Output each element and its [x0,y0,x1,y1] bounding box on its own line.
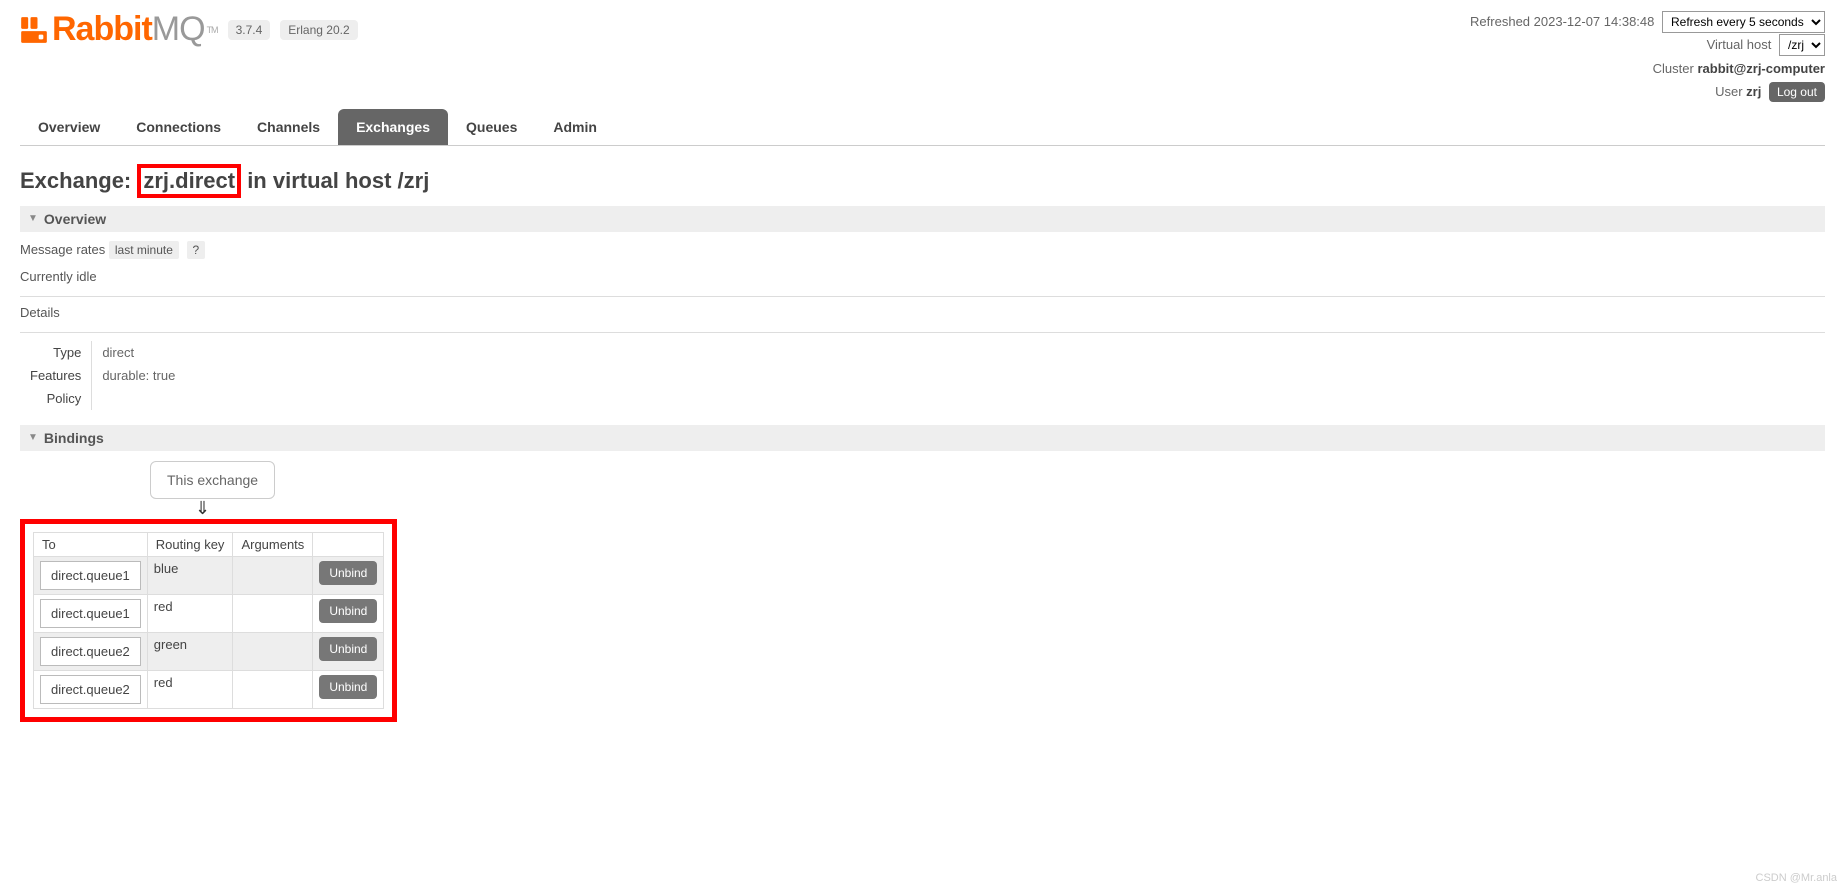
msg-rates-period[interactable]: last minute [109,241,179,259]
type-value: direct [92,341,186,364]
queue-link[interactable]: direct.queue1 [40,599,141,628]
this-exchange-box: This exchange [150,461,275,499]
arguments [233,556,313,594]
routing-key: red [147,670,233,708]
refreshed-label: Refreshed [1470,14,1530,29]
type-label: Type [20,341,92,364]
msg-rates-label: Message rates [20,242,105,257]
header-right: Refreshed 2023-12-07 14:38:48 Refresh ev… [1470,10,1825,104]
rabbitmq-icon [20,16,48,44]
overview-section-header[interactable]: ▼ Overview [20,206,1825,232]
vhost-label: Virtual host [1707,37,1772,52]
unbind-button[interactable]: Unbind [319,599,377,623]
logo-tm: TM [207,25,218,35]
refresh-select[interactable]: Refresh every 5 seconds [1662,11,1825,33]
logo-mq: MQ [152,10,205,49]
table-row: direct.queue2 green Unbind [34,632,384,670]
arguments [233,670,313,708]
logo[interactable]: RabbitMQTM [20,10,218,49]
cluster-label: Cluster [1653,61,1694,76]
tab-connections[interactable]: Connections [118,109,239,145]
features-value: durable: true [92,364,186,387]
arguments [233,594,313,632]
logo-rabbit: Rabbit [52,10,152,49]
tab-overview[interactable]: Overview [20,109,118,145]
tab-exchanges[interactable]: Exchanges [338,109,448,145]
help-icon[interactable]: ? [187,241,206,259]
tabs: Overview Connections Channels Exchanges … [20,109,1825,146]
arrow-down-icon: ⇓ [195,499,1825,517]
bindings-section-header[interactable]: ▼ Bindings [20,425,1825,451]
col-args: Arguments [233,532,313,556]
policy-value [92,387,186,410]
chevron-down-icon: ▼ [28,432,38,443]
chevron-down-icon: ▼ [28,213,38,224]
bindings-table-highlight: To Routing key Arguments direct.queue1 b… [20,519,397,722]
unbind-button[interactable]: Unbind [319,561,377,585]
exchange-name-highlight: zrj.direct [137,164,241,198]
routing-key: green [147,632,233,670]
routing-key: blue [147,556,233,594]
user-value: zrj [1746,84,1761,99]
user-label: User [1715,84,1742,99]
routing-key: red [147,594,233,632]
details-label: Details [20,305,1825,320]
col-routing: Routing key [147,532,233,556]
watermark: CSDN @Mr.anla [1756,872,1837,884]
bindings-table: To Routing key Arguments direct.queue1 b… [33,532,384,709]
col-to: To [34,532,148,556]
unbind-button[interactable]: Unbind [319,637,377,661]
version-badge: 3.7.4 [228,20,271,40]
cluster-value: rabbit@zrj-computer [1697,61,1825,76]
erlang-badge: Erlang 20.2 [280,20,357,40]
tab-channels[interactable]: Channels [239,109,338,145]
policy-label: Policy [20,387,92,410]
idle-text: Currently idle [20,269,1825,284]
logout-button[interactable]: Log out [1769,82,1825,102]
table-row: direct.queue1 red Unbind [34,594,384,632]
arguments [233,632,313,670]
vhost-select[interactable]: /zrj [1779,34,1825,56]
queue-link[interactable]: direct.queue2 [40,637,141,666]
page-title: Exchange: zrj.direct in virtual host /zr… [20,164,1825,198]
tab-admin[interactable]: Admin [535,109,615,145]
details-table: Typedirect Featuresdurable: true Policy [20,341,185,410]
logo-area: RabbitMQTM 3.7.4 Erlang 20.2 [20,10,358,49]
queue-link[interactable]: direct.queue2 [40,675,141,704]
unbind-button[interactable]: Unbind [319,675,377,699]
features-label: Features [20,364,92,387]
tab-queues[interactable]: Queues [448,109,535,145]
queue-link[interactable]: direct.queue1 [40,561,141,590]
table-row: direct.queue2 red Unbind [34,670,384,708]
refreshed-time: 2023-12-07 14:38:48 [1534,14,1655,29]
table-row: direct.queue1 blue Unbind [34,556,384,594]
